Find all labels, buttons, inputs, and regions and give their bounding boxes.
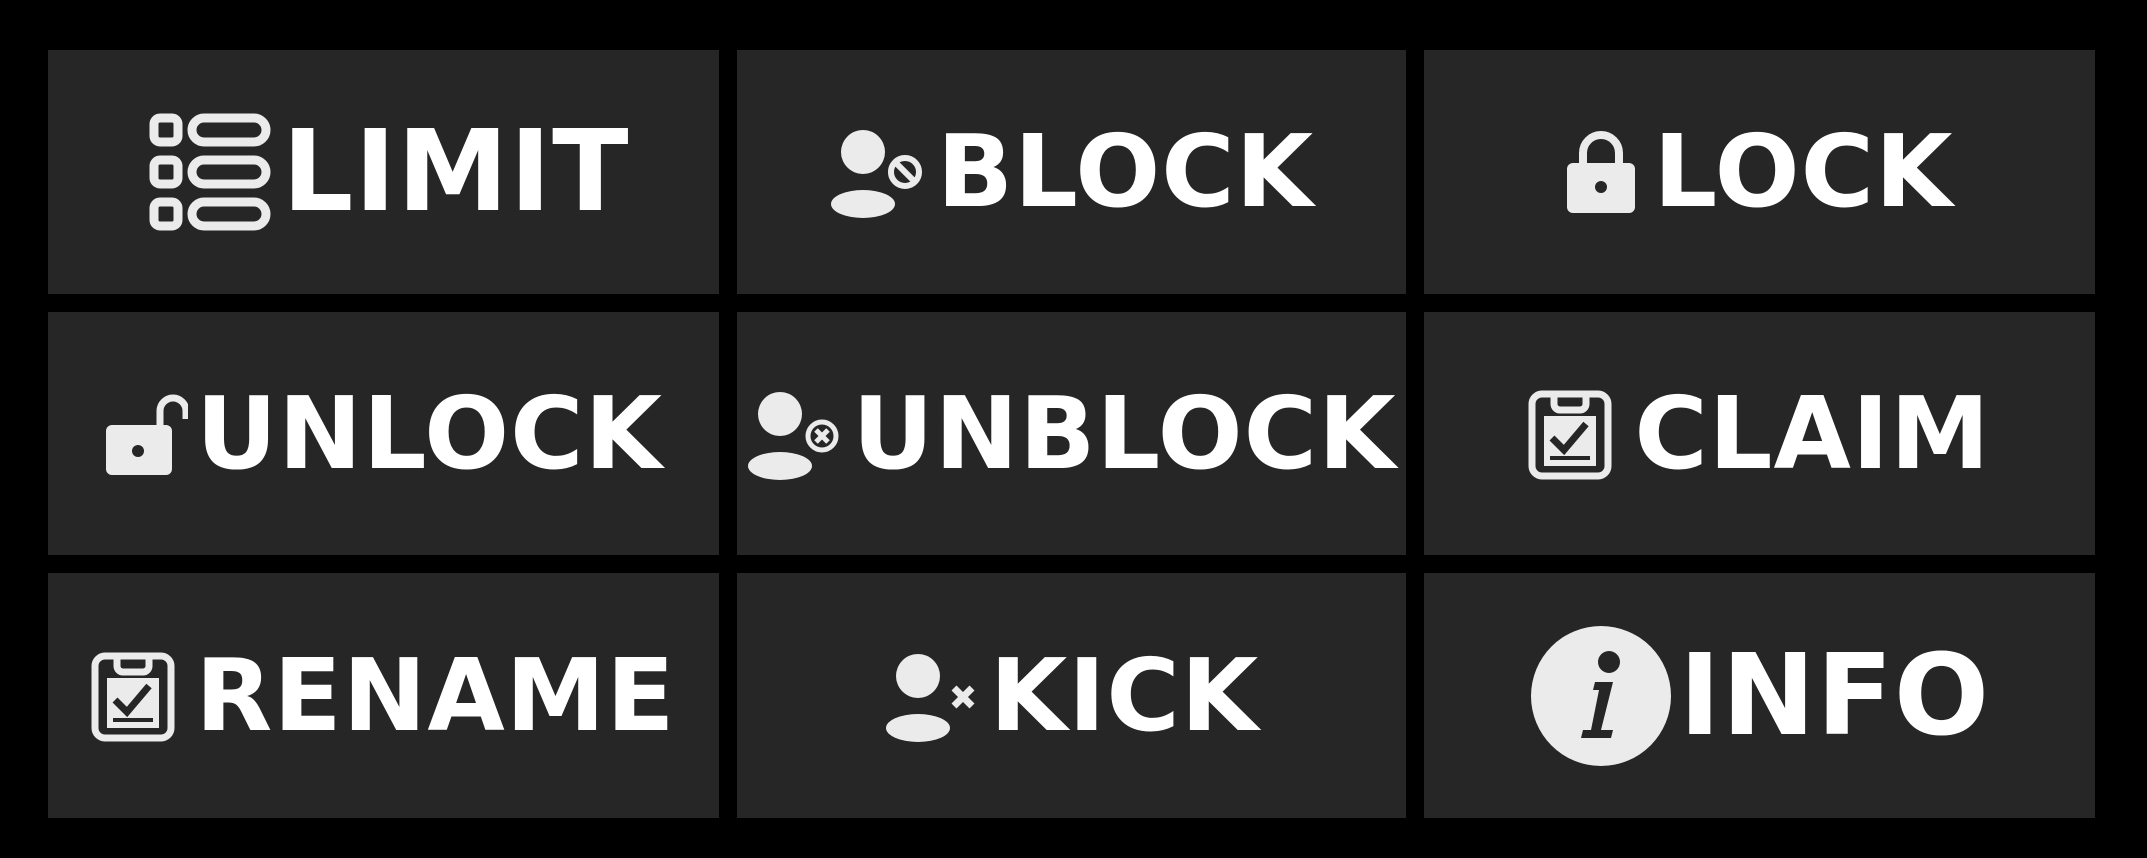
lock-icon	[1565, 129, 1637, 215]
user-unblock-icon	[746, 386, 842, 482]
lock-button[interactable]: LOCK	[1424, 50, 2095, 294]
claim-label: CLAIM	[1634, 374, 1991, 492]
kick-label: KICK	[989, 636, 1260, 754]
rename-button[interactable]: RENAME	[48, 573, 719, 818]
unlock-button[interactable]: UNLOCK	[48, 312, 719, 555]
rename-label: RENAME	[195, 636, 676, 754]
block-label: BLOCK	[936, 113, 1315, 230]
list-limit-icon	[148, 110, 272, 234]
info-button[interactable]: INFO	[1424, 573, 2095, 818]
block-button[interactable]: BLOCK	[737, 50, 1406, 294]
claim-button[interactable]: CLAIM	[1424, 312, 2095, 555]
kick-button[interactable]: KICK	[737, 573, 1406, 818]
lock-label: LOCK	[1653, 113, 1954, 230]
clipboard-check-icon	[1528, 388, 1612, 480]
user-kick-icon	[884, 648, 978, 744]
clipboard-check-icon	[91, 650, 175, 742]
limit-label: LIMIT	[282, 107, 630, 237]
info-label: INFO	[1678, 630, 1991, 761]
unblock-label: UNBLOCK	[852, 374, 1397, 492]
info-icon	[1529, 624, 1673, 768]
limit-button[interactable]: LIMIT	[48, 50, 719, 294]
unlock-label: UNLOCK	[196, 374, 663, 492]
unblock-button[interactable]: UNBLOCK	[737, 312, 1406, 555]
unlock-icon	[104, 391, 189, 477]
user-block-icon	[829, 124, 925, 220]
